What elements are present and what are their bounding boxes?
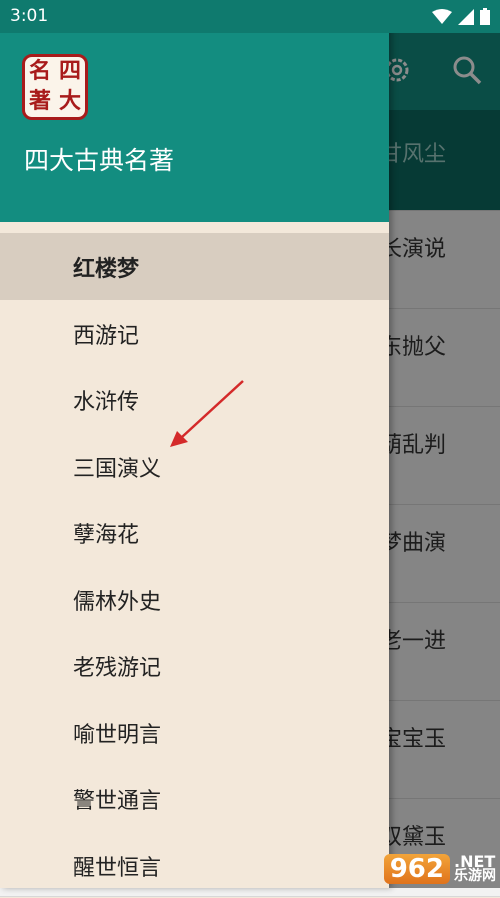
status-icons: [432, 8, 490, 25]
menu-item-xiyouji[interactable]: 西游记: [0, 300, 389, 367]
status-bar: 3:01: [0, 0, 500, 33]
menu-item-niehaihua[interactable]: 孽海花: [0, 499, 389, 566]
drawer-header: 名 四 著 大 四大古典名著: [0, 33, 389, 222]
book-menu: 红楼梦 西游记 水浒传 三国演义 孽海花 儒林外史 老残游记 喻世明言 警世通言…: [0, 233, 389, 898]
signal-icon: [458, 9, 474, 25]
app-logo: 名 四 著 大: [22, 54, 88, 120]
menu-item-laocanyouji[interactable]: 老残游记: [0, 632, 389, 699]
menu-item-rulinwaishi[interactable]: 儒林外史: [0, 566, 389, 633]
watermark-site-name: 乐游网: [454, 869, 496, 884]
navigation-drawer: 名 四 著 大 四大古典名著 红楼梦 西游记 水浒传 三国演义 孽海花 儒林外史…: [0, 0, 389, 888]
menu-item-jingshitongyan[interactable]: 警世通言: [0, 765, 389, 832]
menu-item-xingshihengyan[interactable]: 醒世恒言: [0, 832, 389, 898]
menu-item-shuihuzhuan[interactable]: 水浒传: [0, 366, 389, 433]
menu-item-yushimingyan[interactable]: 喻世明言: [0, 699, 389, 766]
menu-item-sanguoyanyi[interactable]: 三国演义: [0, 433, 389, 500]
status-time: 3:01: [10, 6, 48, 26]
menu-item-hongloumeng[interactable]: 红楼梦: [0, 233, 389, 300]
watermark-number: 962: [384, 854, 450, 884]
watermark-domain: .NET: [454, 854, 496, 869]
wifi-icon: [432, 9, 452, 25]
watermark-logo: 962 .NET 乐游网: [384, 854, 496, 884]
drawer-title: 四大古典名著: [24, 141, 174, 177]
battery-icon: [480, 8, 490, 25]
